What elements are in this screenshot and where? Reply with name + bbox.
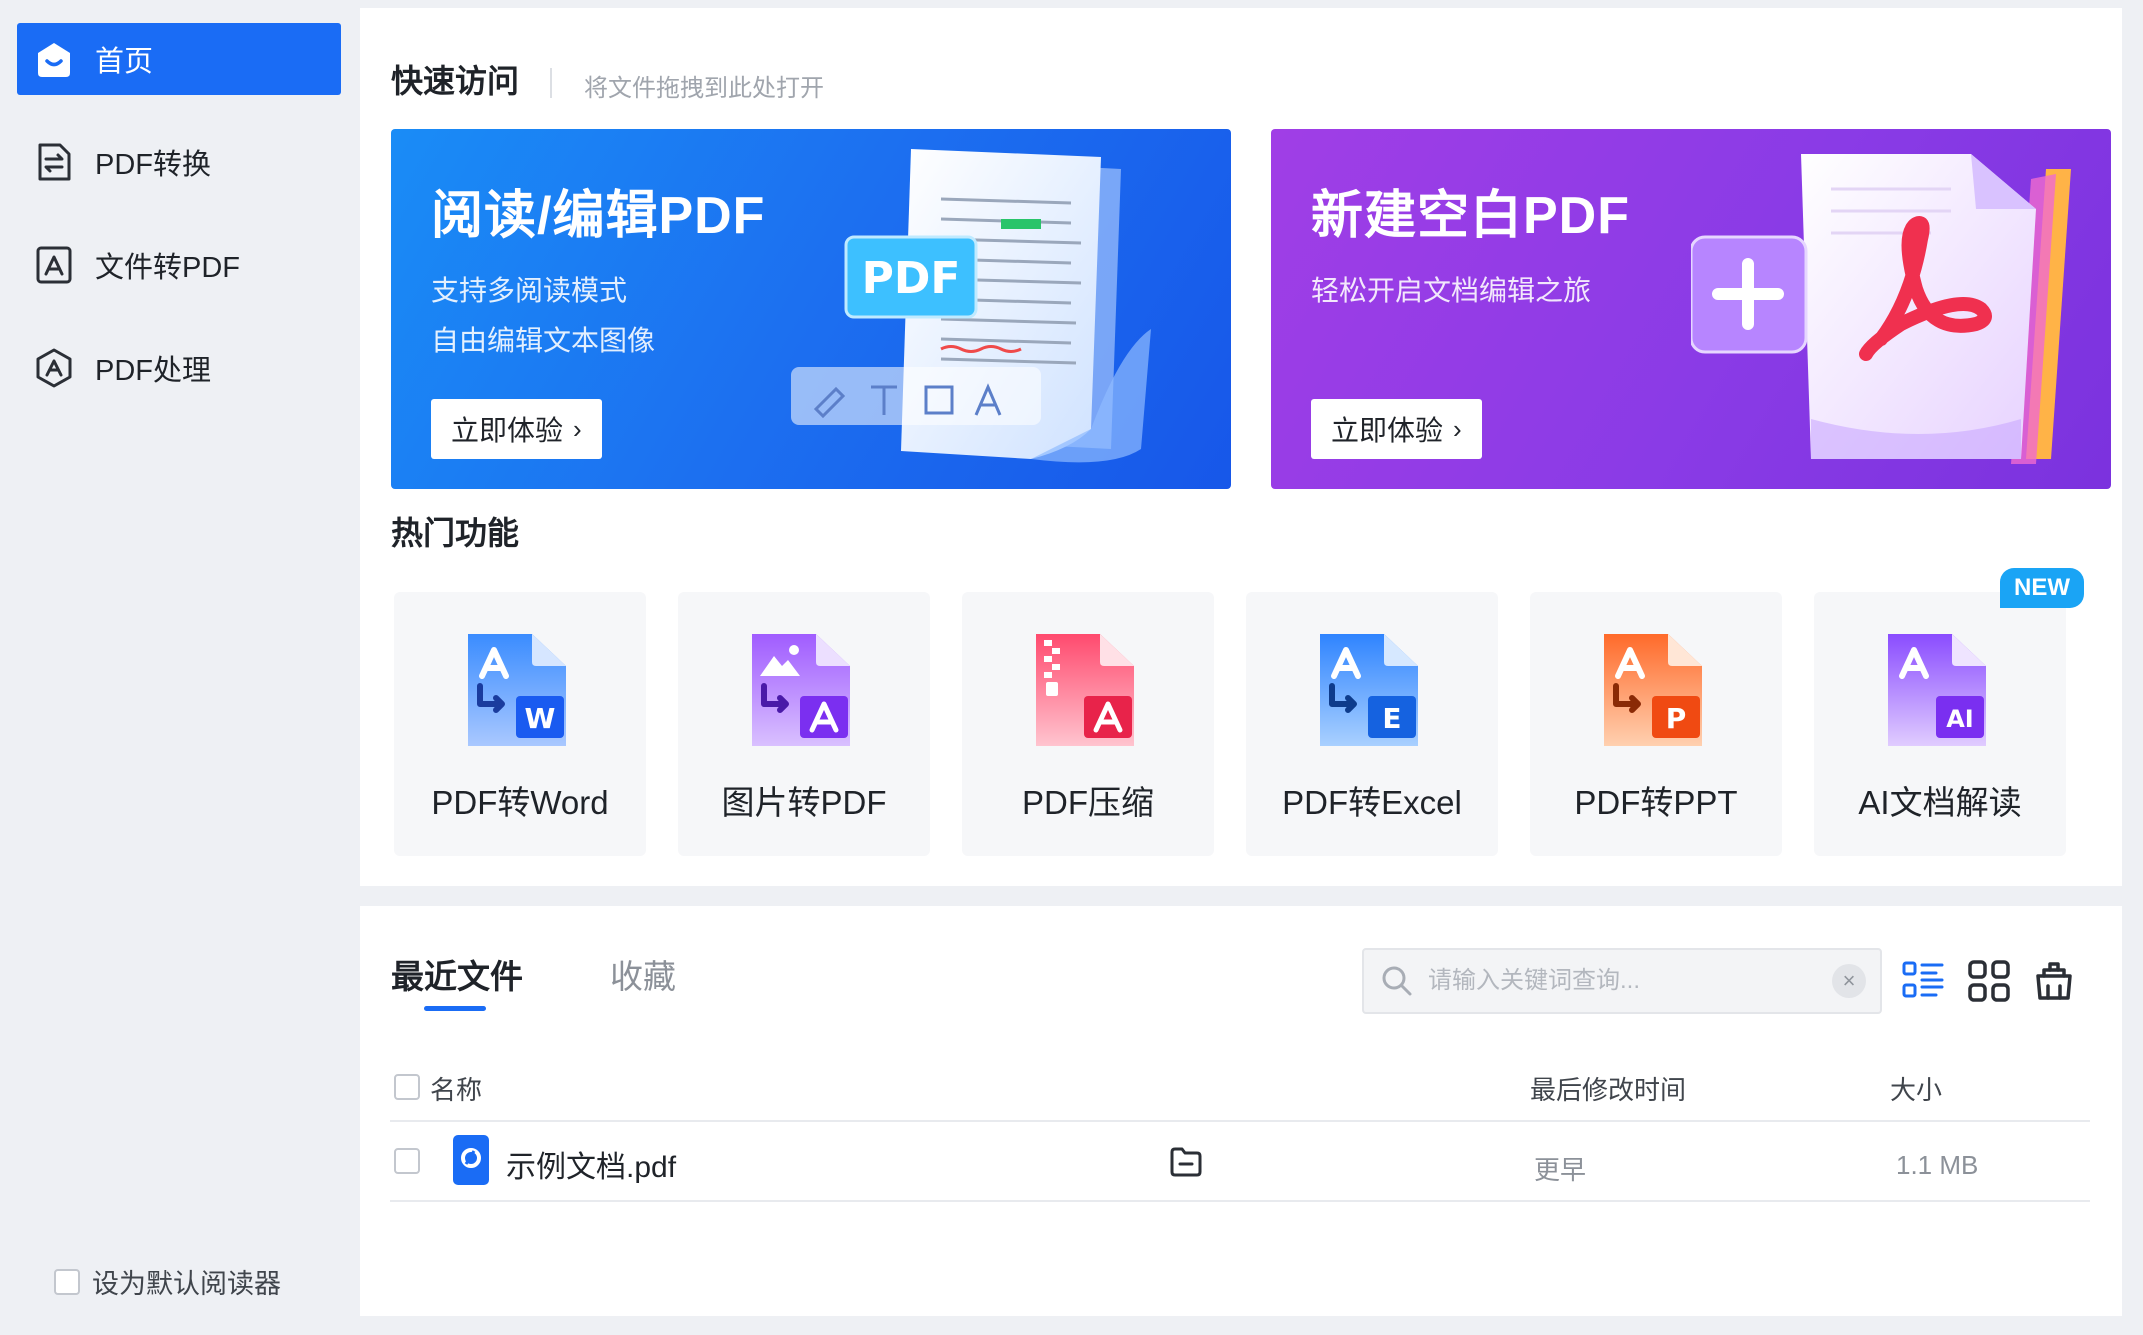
feature-pdf-compress[interactable]: PDF压缩: [962, 592, 1214, 856]
file-size: 1.1 MB: [1896, 1150, 1979, 1180]
drop-hint: 将文件拖拽到此处打开: [584, 75, 824, 102]
chevron-right-icon: ›: [1453, 413, 1462, 444]
grid-view-icon[interactable]: [1966, 958, 2012, 1004]
files-panel: 最近文件 收藏 × 名称 最后修改时间 大小 示例文档.pdf 更早 1.1 M: [360, 906, 2122, 1316]
list-view-icon[interactable]: [1900, 958, 1946, 1004]
divider: [390, 1120, 2090, 1122]
banner-title: 新建空白PDF: [1311, 187, 1631, 245]
file-name: 示例文档.pdf: [506, 1151, 677, 1184]
column-header-modified[interactable]: 最后修改时间: [1530, 1070, 1686, 1107]
file-modified: 更早: [1534, 1155, 1587, 1185]
pdf-file-icon: [453, 1135, 489, 1185]
document-edit-illustration: PDF: [791, 149, 1151, 463]
sidebar-item-file-to-pdf[interactable]: 文件转PDF: [17, 229, 341, 301]
divider: [390, 1200, 2090, 1202]
feature-pdf-to-excel[interactable]: E PDF转Excel: [1246, 592, 1498, 856]
new-pdf-illustration: [1691, 154, 2071, 464]
clear-icon[interactable]: ×: [1832, 964, 1866, 998]
try-now-button[interactable]: 立即体验 ›: [1311, 399, 1482, 459]
try-now-label: 立即体验: [1331, 415, 1444, 446]
sidebar-item-pdf-convert[interactable]: PDF转换: [17, 126, 341, 198]
sidebar-item-label: PDF处理: [95, 355, 212, 387]
feature-pdf-to-word[interactable]: W PDF转Word: [394, 592, 646, 856]
open-folder-icon[interactable]: [1168, 1144, 1204, 1180]
pdf-badge-text: PDF: [862, 253, 961, 304]
pdf-compress-icon: [1036, 634, 1134, 746]
banner-subtitle: 自由编辑文本图像: [431, 325, 656, 356]
image-to-pdf-icon: [752, 634, 850, 746]
banner-title: 阅读/编辑PDF: [431, 187, 766, 245]
home-icon: [31, 36, 77, 82]
try-now-label: 立即体验: [451, 415, 564, 446]
letter-text: W: [525, 702, 556, 735]
default-reader-toggle[interactable]: 设为默认阅读器: [54, 1262, 281, 1301]
default-reader-label: 设为默认阅读器: [92, 1269, 281, 1299]
pdf-convert-icon: [31, 139, 77, 185]
pdf-to-word-icon: W: [468, 634, 566, 746]
letter-text: E: [1382, 702, 1401, 735]
feature-label: AI文档解读: [1858, 784, 2022, 821]
sidebar-item-home[interactable]: 首页: [17, 23, 341, 95]
try-now-button[interactable]: 立即体验 ›: [431, 399, 602, 459]
feature-label: PDF转Word: [431, 784, 609, 821]
feature-ai-doc[interactable]: AI AI文档解读: [1814, 592, 2066, 856]
new-badge: NEW: [2000, 568, 2084, 608]
sidebar-item-label: 首页: [95, 46, 154, 78]
search-box: ×: [1362, 948, 1882, 1014]
read-edit-pdf-banner[interactable]: 阅读/编辑PDF 支持多阅读模式 自由编辑文本图像 立即体验 › PDF: [391, 129, 1231, 489]
feature-label: 图片转PDF: [721, 784, 887, 821]
file-to-pdf-icon: [31, 242, 77, 288]
hot-features-title: 热门功能: [391, 515, 520, 551]
banner-subtitle: 支持多阅读模式: [431, 275, 628, 306]
search-icon: [1382, 966, 1412, 996]
pdf-process-icon: [31, 345, 77, 391]
sidebar: 首页 PDF转换 文件转PDF PDF处理 设为默认阅读器: [0, 0, 354, 1335]
default-reader-checkbox[interactable]: [54, 1268, 80, 1295]
tab-favorites[interactable]: 收藏: [610, 950, 676, 998]
divider: [550, 68, 552, 98]
quick-access-panel: 快速访问 将文件拖拽到此处打开 阅读/编辑PDF 支持多阅读模式 自由编辑文本图…: [360, 8, 2122, 886]
select-all-checkbox[interactable]: [394, 1074, 420, 1100]
feature-pdf-to-ppt[interactable]: P PDF转PPT: [1530, 592, 1782, 856]
banner-subtitle: 轻松开启文档编辑之旅: [1311, 275, 1592, 306]
new-blank-pdf-banner[interactable]: 新建空白PDF 轻松开启文档编辑之旅 立即体验 ›: [1271, 129, 2111, 489]
row-checkbox[interactable]: [394, 1148, 420, 1174]
search-input[interactable]: [1428, 967, 1832, 995]
sidebar-item-pdf-process[interactable]: PDF处理: [17, 332, 341, 404]
feature-label: PDF转Excel: [1282, 784, 1462, 821]
letter-text: AI: [1946, 705, 1974, 733]
chevron-right-icon: ›: [573, 413, 582, 444]
sidebar-item-label: 文件转PDF: [95, 252, 241, 284]
clean-icon[interactable]: [2030, 958, 2076, 1004]
sidebar-item-label: PDF转换: [95, 149, 212, 181]
active-tab-indicator: [424, 1006, 486, 1011]
pdf-to-excel-icon: E: [1320, 634, 1418, 746]
feature-label: PDF压缩: [1022, 784, 1154, 821]
pdf-to-ppt-icon: P: [1604, 634, 1702, 746]
ai-doc-icon: AI: [1888, 634, 1986, 746]
letter-text: P: [1666, 702, 1687, 735]
column-header-size[interactable]: 大小: [1890, 1070, 1942, 1107]
tab-recent-files[interactable]: 最近文件: [391, 950, 523, 998]
feature-image-to-pdf[interactable]: 图片转PDF: [678, 592, 930, 856]
column-header-name[interactable]: 名称: [430, 1070, 482, 1107]
quick-access-title: 快速访问: [391, 63, 520, 99]
feature-label: PDF转PPT: [1574, 784, 1738, 821]
